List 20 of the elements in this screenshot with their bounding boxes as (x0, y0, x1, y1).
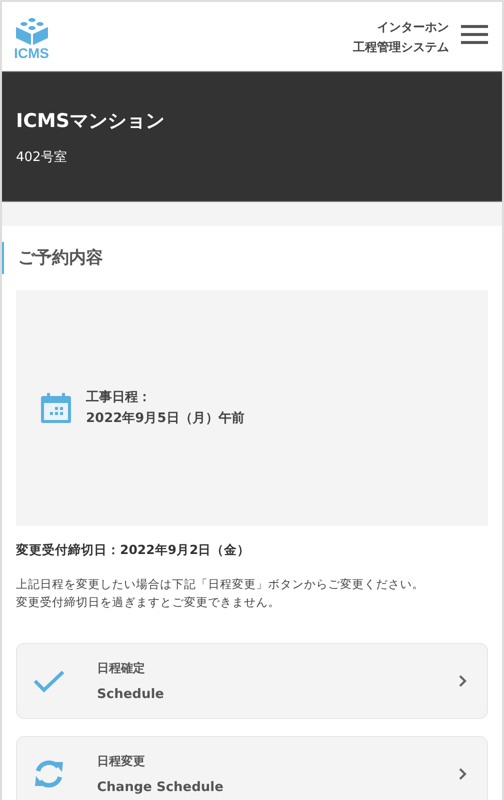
note-text: 変更受付締切日を過ぎますとご変更できません。 (16, 594, 281, 611)
system-title: インターホン (377, 18, 449, 36)
schedule-action-button[interactable]: 日程確定 Schedule (16, 643, 488, 719)
logo-text: ICMS (14, 46, 49, 60)
menu-icon (461, 25, 488, 45)
section-heading: ご予約内容 (2, 242, 488, 274)
note-text: 上記日程を変更したい場合は下記「日程変更」ボタンからご変更ください。 (16, 576, 425, 593)
schedule-action-button[interactable]: 日程変更 Change Schedule (16, 736, 488, 800)
cube-logo-icon (14, 17, 48, 45)
schedule-label: 工事日程： (86, 389, 152, 407)
system-title: 工程管理システム (353, 38, 449, 56)
property-name: ICMSマンション (16, 108, 166, 134)
deadline-text: 変更受付締切日：2022年9月2日（金） (16, 542, 252, 559)
calendar-icon (40, 392, 72, 424)
chevron-right-icon (459, 768, 467, 780)
chevron-right-icon (459, 675, 467, 687)
checkmark-icon (33, 669, 65, 693)
room-number: 402号室 (16, 148, 68, 166)
refresh-icon (33, 758, 65, 790)
schedule-date: 2022年9月5日（月）午前 (86, 410, 244, 428)
